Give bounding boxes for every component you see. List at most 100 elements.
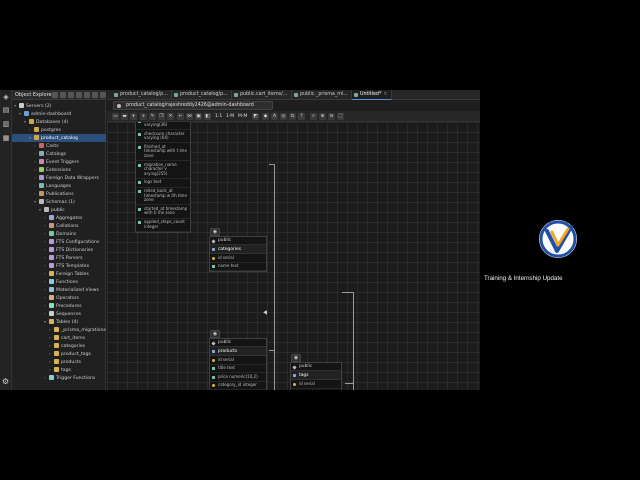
tree-item[interactable]: › FTS Parsers	[12, 254, 106, 262]
eye-icon[interactable]: ◉	[291, 354, 301, 362]
tree-item-label: product_tags	[61, 352, 91, 357]
tree-item-label: Collations	[56, 224, 79, 229]
tree-item[interactable]: › cart_items	[12, 334, 106, 342]
open-file-button[interactable]: ▭	[112, 113, 119, 120]
tree-item[interactable]: ▾ Servers (2)	[12, 102, 106, 110]
schema-diff-icon[interactable]: ▦	[2, 134, 10, 142]
add-table-button[interactable]: +	[140, 113, 147, 120]
tree-item-label: Materialized Views	[56, 288, 99, 293]
save-as-button[interactable]: ▾	[130, 113, 137, 120]
table-tags[interactable]: ◉ public tags id serial name text	[290, 354, 342, 390]
table-icon	[212, 247, 215, 251]
domain-icon	[49, 231, 54, 236]
table-icon	[54, 351, 59, 356]
tree-item[interactable]: › FTS Dictionaries	[12, 246, 106, 254]
tree-item[interactable]: ▾ admin-dashboard	[12, 110, 106, 118]
query-tool-button[interactable]	[52, 92, 58, 98]
view-data-button[interactable]	[60, 92, 66, 98]
zoom-out-button[interactable]: M·M	[238, 113, 247, 120]
tree-item[interactable]: › Foreign Data Wrappers	[12, 174, 106, 182]
tree-item[interactable]: › Sequences	[12, 310, 106, 318]
fts-icon	[49, 255, 54, 260]
tree-item[interactable]: › products	[12, 358, 106, 366]
tab-prisma-migrations[interactable]: public._prisma_mi...	[292, 90, 352, 100]
tree-item[interactable]: › Languages	[12, 182, 106, 190]
more-button[interactable]	[100, 92, 106, 98]
table-categories[interactable]: ◉ public categories id serial name text	[209, 228, 267, 273]
help-button[interactable]: ?	[298, 113, 305, 120]
erd-canvas[interactable]: id character varying(36) checksum charact…	[107, 122, 480, 390]
column-text: checksum character varying (64)	[144, 130, 185, 141]
table-prisma-migrations[interactable]: id character varying(36) checksum charact…	[135, 122, 191, 233]
one-to-many-button[interactable]: ⊢	[177, 113, 184, 120]
fdw-icon	[39, 175, 44, 180]
tab-cart-items[interactable]: public.cart_items/...	[232, 90, 292, 100]
tree-item[interactable]: › Casts	[12, 142, 106, 150]
tree-item-label: FTS Configurations	[56, 240, 100, 245]
tab-untitled[interactable]: Untitled* ×	[352, 90, 392, 100]
details-button[interactable]: ◎	[280, 113, 287, 120]
tree-item[interactable]: › Event Triggers	[12, 158, 106, 166]
zoom-in-icon[interactable]: ⊕	[319, 113, 326, 120]
tree-item[interactable]: › Collations	[12, 222, 106, 230]
tree-item[interactable]: › Functions	[12, 278, 106, 286]
search-icon[interactable]: ⌕	[310, 113, 317, 120]
tab-product-catalog-1[interactable]: product_catalog/p...	[112, 90, 172, 100]
tree-item[interactable]: › Procedures	[12, 302, 106, 310]
eye-icon[interactable]: ◉	[210, 330, 220, 338]
close-tab-icon[interactable]: ×	[383, 92, 387, 97]
tree-item[interactable]: ▾ product_catalog	[12, 134, 106, 142]
add-note-button[interactable]: ▣	[195, 113, 202, 120]
table-icon	[49, 271, 54, 276]
tree-item[interactable]: › Materialized Views	[12, 286, 106, 294]
tree-item[interactable]: ▾ public	[12, 206, 106, 214]
object-explorer-icon[interactable]: ▤	[2, 106, 10, 114]
connection-label: product_catalog/rajeshreddy2426@admin-da…	[126, 103, 254, 108]
tree-item[interactable]: › _prisma_migrations	[12, 326, 106, 334]
tree-item[interactable]: › FTS Configurations	[12, 238, 106, 246]
sql-button[interactable]: ◧	[204, 113, 211, 120]
filter-button[interactable]	[68, 92, 74, 98]
connection-selector[interactable]: product_catalog/rajeshreddy2426@admin-da…	[113, 101, 273, 110]
table-products[interactable]: ◉ public products id serial title text pri…	[209, 330, 267, 390]
tree-item[interactable]: ▾ Tables (4)	[12, 318, 106, 326]
terminal-button[interactable]	[84, 92, 90, 98]
delete-table-button[interactable]: ✕	[167, 113, 174, 120]
fit-icon[interactable]: ⛶	[337, 113, 344, 120]
tab-product-catalog-2[interactable]: product_catalog/p...	[172, 90, 232, 100]
tree-item[interactable]: › postgres	[12, 126, 106, 134]
gear-icon[interactable]: ⚙	[1, 377, 10, 386]
tree-item[interactable]: › product_tags	[12, 350, 106, 358]
tree-item[interactable]: ▾ Schemas (1)	[12, 198, 106, 206]
search-button[interactable]	[76, 92, 82, 98]
query-tool-icon[interactable]: ▥	[2, 120, 10, 128]
tree-item[interactable]: › Operators	[12, 294, 106, 302]
color-fill-button[interactable]: ◆	[262, 113, 269, 120]
zoom-fit-button[interactable]: 1:1	[215, 113, 222, 120]
pgadmin-window: ◈ ▤ ▥ ▦ ⚙ Object Explorer ▾ Servers (2) ▾ a…	[0, 90, 480, 390]
text-color-button[interactable]: A	[271, 113, 278, 120]
save-button[interactable]: ▬	[121, 113, 128, 120]
many-to-many-button[interactable]: ⋈	[186, 113, 193, 120]
tree-item[interactable]: › Aggregates	[12, 214, 106, 222]
zoom-in-button[interactable]: 1·M	[226, 113, 234, 120]
auto-align-button[interactable]: ⇆	[289, 113, 296, 120]
tree-item[interactable]: › Trigger Functions	[12, 374, 106, 382]
tree-item[interactable]: › Foreign Tables	[12, 270, 106, 278]
tree-item[interactable]: › tags	[12, 366, 106, 374]
zoom-out-icon[interactable]: ⊖	[328, 113, 335, 120]
clone-table-button[interactable]: ❐	[158, 113, 165, 120]
column-icon	[212, 367, 215, 371]
tree-item[interactable]: › FTS Templates	[12, 262, 106, 270]
edit-table-button[interactable]: ✎	[149, 113, 156, 120]
image-export-button[interactable]: ◩	[252, 113, 259, 120]
eye-icon[interactable]: ◉	[210, 228, 220, 236]
tree-item[interactable]: › Catalogs	[12, 150, 106, 158]
tree-item[interactable]: › Domains	[12, 230, 106, 238]
tree-item[interactable]: › categories	[12, 342, 106, 350]
tree-item[interactable]: › Publications	[12, 190, 106, 198]
tree-item[interactable]: ▾ Databases (4)	[12, 118, 106, 126]
tree-item[interactable]: › Extensions	[12, 166, 106, 174]
schema-icon	[292, 364, 297, 370]
erd-button[interactable]	[92, 92, 98, 98]
